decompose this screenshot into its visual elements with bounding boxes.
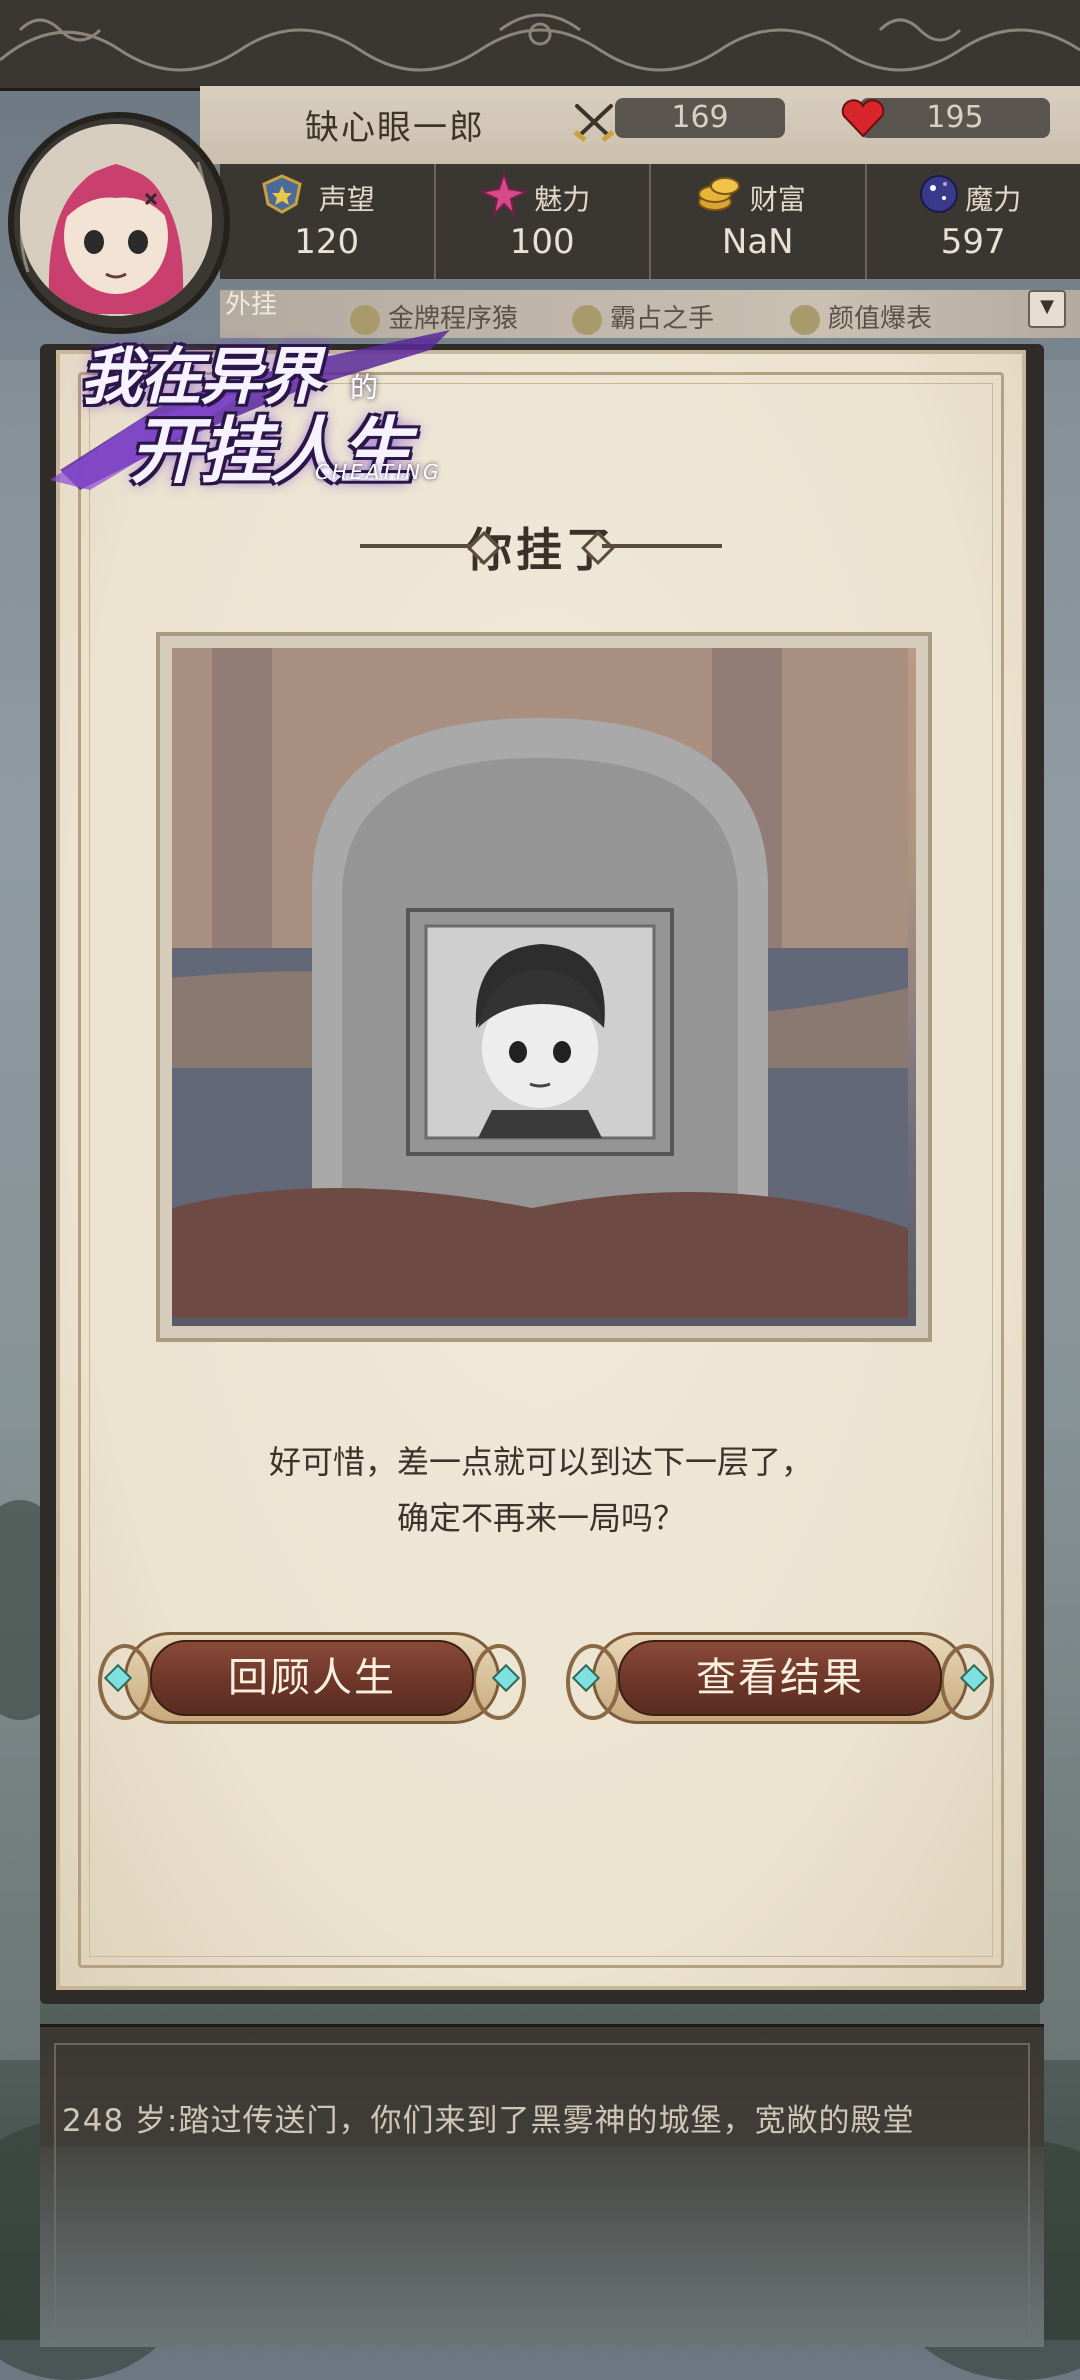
message-line-1: 好可惜，差一点就可以到达下一层了， xyxy=(60,1434,1022,1490)
attack-stat: 169 xyxy=(615,98,785,138)
log-entry: 248 岁:踏过传送门，你们来到了黑雾神的城堡，宽敞的殿堂 xyxy=(62,2095,914,2140)
player-info-bar: 缺心眼一郎 169 195 xyxy=(200,86,1080,166)
stat-value-magic: 597 xyxy=(867,222,1080,262)
logo-subtitle: CHEATING xyxy=(315,460,441,484)
stat-value-reputation: 120 xyxy=(220,222,434,262)
player-name: 缺心眼一郎 xyxy=(305,100,485,149)
hud-ornament-bar xyxy=(0,0,1080,91)
death-dialog: 你挂了 xyxy=(56,350,1026,1990)
title-line-left xyxy=(360,544,480,548)
stat-label-charm: 魅力 xyxy=(436,178,650,218)
dialog-message: 好可惜，差一点就可以到达下一层了， 确定不再来一局吗？ xyxy=(60,1434,1022,1546)
title-line-right xyxy=(602,544,722,548)
mirror-icon xyxy=(790,305,820,335)
stat-value-wealth: NaN xyxy=(651,222,865,262)
life-log-panel[interactable]: 248 岁:踏过传送门，你们来到了黑雾神的城堡，宽敞的殿堂 xyxy=(40,2024,1044,2347)
stat-wealth: 财富 NaN xyxy=(651,164,867,279)
stat-magic: 魔力 597 xyxy=(867,164,1080,279)
stat-charm: 魅力 100 xyxy=(436,164,652,279)
triangle-down-icon: ▼ xyxy=(1040,296,1054,317)
player-avatar[interactable] xyxy=(20,124,212,316)
stat-value-charm: 100 xyxy=(436,222,650,262)
heart-icon xyxy=(840,98,886,149)
stat-label-magic: 魔力 xyxy=(867,178,1080,218)
dialog-title-bar: 你挂了 xyxy=(60,514,1022,580)
tombstone-illustration xyxy=(172,648,916,1326)
log-fade-overlay xyxy=(40,2147,1044,2347)
hp-stat: 195 xyxy=(860,98,1050,138)
hp-value: 195 xyxy=(926,100,983,135)
game-logo: 我在异界 的 开挂人生 CHEATING xyxy=(50,320,460,490)
view-result-label[interactable]: 查看结果 xyxy=(618,1640,942,1716)
hand-icon xyxy=(572,305,602,335)
attack-value: 169 xyxy=(671,100,728,135)
message-line-2: 确定不再来一局吗？ xyxy=(60,1490,1022,1546)
stat-label-wealth: 财富 xyxy=(651,178,865,218)
stat-reputation: 声望 120 xyxy=(220,164,436,279)
review-life-button[interactable]: 回顾人生 xyxy=(94,1626,530,1730)
stats-bar: 声望 120 魅力 100 财富 NaN 魔力 597 xyxy=(220,164,1080,279)
cheat-item-looks[interactable]: 颜值爆表 xyxy=(790,298,932,335)
review-life-label[interactable]: 回顾人生 xyxy=(150,1640,474,1716)
cheat-dropdown-button[interactable]: ▼ xyxy=(1028,290,1066,328)
tombstone-picture-frame xyxy=(156,632,932,1342)
cheat-item-grab-hand[interactable]: 霸占之手 xyxy=(572,298,714,335)
stat-label-reputation: 声望 xyxy=(220,178,434,218)
view-result-button[interactable]: 查看结果 xyxy=(562,1626,998,1730)
swords-icon xyxy=(571,102,617,153)
